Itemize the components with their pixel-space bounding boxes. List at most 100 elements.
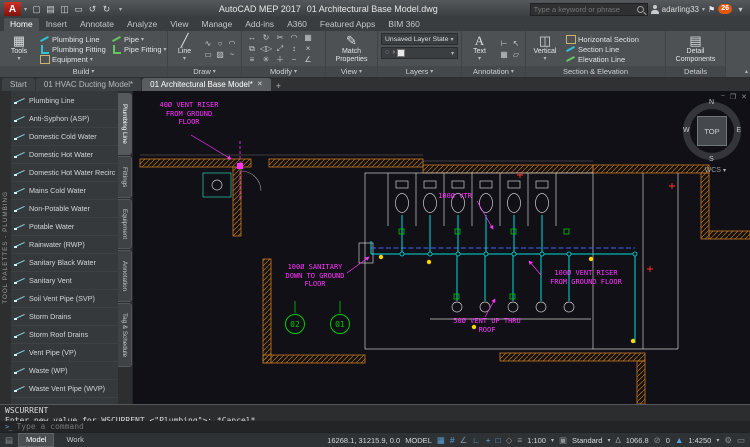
palette-item[interactable]: Waste Vent Pipe (WVP) [11,380,118,398]
tag-icon[interactable]: ▱ [513,50,519,59]
pipe-button[interactable]: Pipe▾ [111,34,163,44]
rectangle-icon[interactable]: ▭ [204,50,212,59]
standard-style-button[interactable]: Standard [572,436,602,445]
section-line-button[interactable]: Section Line [565,44,662,54]
ribbon-tab-home[interactable]: Home [4,18,39,31]
viewcube-south-label[interactable]: S [709,156,714,163]
palette-tab-equipment[interactable]: Equipment [118,199,132,249]
array-icon[interactable]: ▦ [304,33,312,42]
palette-item[interactable]: Soil Vent Pipe (SVP) [11,290,118,308]
palette-item[interactable]: Storm Roof Drains [11,326,118,344]
palette-item[interactable]: Non-Potable Water [11,200,118,218]
search-icon[interactable] [637,6,644,13]
help-icon[interactable]: ▾ [735,5,746,14]
command-line-window[interactable]: WSCURRENT Enter new value for WSCURRENT … [0,404,750,432]
viewport-scale-button[interactable]: 1:100 [527,436,546,445]
close-tab-icon[interactable]: ✕ [257,79,263,90]
pipe-fitting-button[interactable]: Pipe Fitting▾ [111,44,163,54]
erase-icon[interactable]: × [306,44,311,53]
break-icon[interactable]: − [292,55,297,64]
copy-icon[interactable]: ⧉ [249,44,255,54]
viewcube-east-label[interactable]: E [736,127,741,134]
lineweight-icon[interactable]: ≡ [517,434,522,446]
palette-item[interactable]: Plumbing Line [11,92,118,110]
palette-item[interactable]: Domestic Hot Water [11,146,118,164]
file-tab-hvac[interactable]: 01 HVAC Ducting Model* [36,78,141,91]
palette-item[interactable]: Storm Drains [11,308,118,326]
equipment-button[interactable]: Equipment▾ [39,54,107,64]
polyline-icon[interactable]: ∿ [205,39,212,48]
palette-tab-fittings[interactable]: Fittings [118,156,132,198]
layer-dropdown[interactable]: ○ ◑ ▾ [381,47,458,59]
elevation-line-button[interactable]: Elevation Line [565,54,662,64]
wcs-dropdown[interactable]: WCS ▾ [705,167,726,174]
file-tab-architectural[interactable]: 01 Architectural Base Model*✕ [142,78,271,91]
palette-item[interactable]: Sanitary Vent [11,272,118,290]
palette-item[interactable]: Domestic Cold Water [11,128,118,146]
palette-item[interactable]: Mains Cold Water [11,182,118,200]
layer-state-dropdown[interactable]: Unsaved Layer State ▾ [381,33,458,45]
explode-icon[interactable]: ✳ [263,55,270,64]
match-properties-button[interactable]: ✎ Match Properties [329,33,374,64]
details-panel-title[interactable]: Details [666,66,725,77]
ribbon-tab-featured-apps[interactable]: Featured Apps [314,18,381,31]
clean-screen-icon[interactable]: ▭ [737,434,745,446]
redo-icon[interactable]: ↻ [100,3,113,16]
viewcube-top-face[interactable]: TOP [697,116,727,146]
join-icon[interactable]: ＋ [276,54,284,65]
palette-item[interactable]: Anti-Syphon (ASP) [11,110,118,128]
search-input[interactable] [534,5,634,14]
undo-icon[interactable]: ↺ [86,3,99,16]
fillet-icon[interactable]: ◠ [291,33,298,42]
table-icon[interactable]: ▦ [500,50,508,59]
modify-panel-title[interactable]: Modify▾ [242,66,325,77]
palette-tab-plumbing-line[interactable]: Plumbing Line [118,93,132,155]
ribbon-tab-annotate[interactable]: Annotate [74,18,120,31]
tools-button[interactable]: ▦ Tools ▾ [3,33,35,64]
work-layout-tab[interactable]: Work [59,434,90,446]
file-tab-start[interactable]: Start [2,78,35,91]
app-menu-button[interactable]: A [4,2,21,16]
cut-plane-icon[interactable]: ⊘ [654,434,661,446]
grid-icon[interactable]: ▦ [437,434,445,446]
viewcube-north-label[interactable]: N [709,99,714,106]
palette-item[interactable]: Sanitary Black Water [11,254,118,272]
model-tab[interactable]: Model [18,433,54,447]
text-button[interactable]: A Text ▾ [465,33,494,64]
standard-caret-icon[interactable]: ▾ [607,437,610,444]
palette-tab-annotation[interactable]: Annotation [118,250,132,302]
infer-constraints-icon[interactable]: ∠ [460,434,468,446]
horizontal-section-button[interactable]: Horizontal Section [565,34,662,44]
save-icon[interactable]: ◫ [58,3,71,16]
signin-user[interactable]: adarling33 ▾ [651,5,705,14]
layers-panel-title[interactable]: Layers▾ [378,66,461,77]
ribbon-tab-view[interactable]: View [164,18,194,31]
ribbon-tab-insert[interactable]: Insert [40,18,73,31]
elevation-value[interactable]: 1066.8 [626,436,649,445]
vertical-section-button[interactable]: ◫ Vertical ▾ [529,33,561,64]
ribbon-collapse-icon[interactable]: ▴ [745,68,748,75]
ribbon-tab-analyze[interactable]: Analyze [121,18,163,31]
model-space-button[interactable]: MODEL [405,436,432,445]
hatch-icon[interactable]: ▨ [216,50,224,59]
view-panel-title[interactable]: View▾ [326,66,377,77]
stretch-icon[interactable]: ↕ [292,44,296,53]
annotation-scale-caret-icon[interactable]: ▾ [716,437,719,444]
viewcube[interactable]: TOP W E S N [680,99,744,163]
command-input-row[interactable]: >_ [0,421,750,432]
leader-icon[interactable]: ↖ [513,39,520,48]
viewport-scale-caret-icon[interactable]: ▾ [551,437,554,444]
elevation-icon[interactable]: ∆ [616,434,621,446]
plumbing-line-button[interactable]: Plumbing Line [39,34,107,44]
rotate-icon[interactable]: ↻ [263,33,270,42]
object-track-icon[interactable]: ◇ [506,434,513,446]
infocenter-search[interactable] [530,3,648,16]
mirror-icon[interactable]: ◁▷ [260,44,272,53]
drawing-canvas[interactable]: 40Ø VENT RISER FROM GROUND FLOOR 100Ø VT… [133,91,750,404]
app-menu-caret-icon[interactable]: ▾ [24,6,27,13]
cut-plane-value[interactable]: 0 [666,436,670,445]
palette-item[interactable]: Vent Pipe (VP) [11,344,118,362]
annotation-scale-button[interactable]: 1:4250 [688,436,711,445]
plot-icon[interactable]: ▭ [72,3,85,16]
polar-tracking-icon[interactable]: + [486,434,491,446]
